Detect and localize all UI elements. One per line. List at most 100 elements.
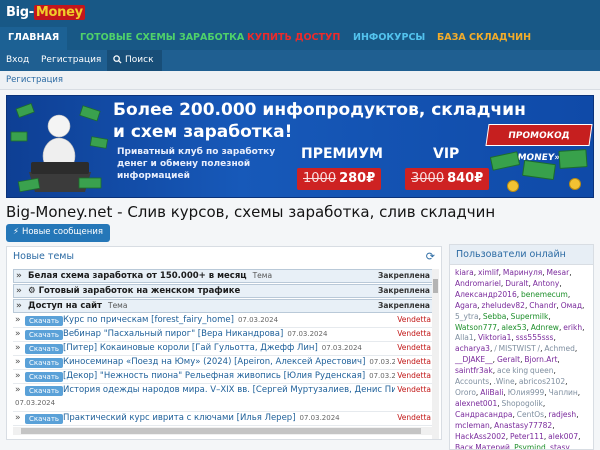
online-user-link[interactable]: Viktoria1 xyxy=(478,333,511,342)
tab-ready-schemes[interactable]: ГОТОВЫЕ СХЕМЫ ЗАРАБОТКА xyxy=(80,32,244,43)
online-user-link[interactable]: __DJAKE__ xyxy=(455,355,493,364)
topic-row[interactable]: » Скачать Вебинар "Пасхальный пирог" [Ве… xyxy=(13,328,433,342)
online-user-link[interactable]: Watson777 xyxy=(455,323,497,332)
download-badge[interactable]: Скачать xyxy=(25,386,64,396)
tab-home[interactable]: ГЛАВНАЯ xyxy=(0,27,68,50)
online-user-link[interactable]: Alla1 xyxy=(455,333,474,342)
online-user-link[interactable]: erikh xyxy=(563,323,582,332)
scrollbar-thumb[interactable] xyxy=(21,428,421,434)
online-user-link[interactable]: alek007 xyxy=(548,432,578,441)
online-user-link[interactable]: benemecum xyxy=(521,290,568,299)
online-user-link[interactable]: acharya3 xyxy=(455,344,490,353)
topic-author[interactable]: Vendetta xyxy=(395,385,431,394)
online-user-link[interactable]: 5_ytra xyxy=(455,312,479,321)
online-user-link[interactable]: / MISTWIST / xyxy=(494,344,540,353)
online-user-link[interactable]: stasy xyxy=(550,443,570,450)
topic-title[interactable]: Курс по прическам [forest_fairy_home] 07.… xyxy=(63,315,278,325)
topic-row[interactable]: » Скачать Киносеминар «Поезд на Юму» (20… xyxy=(13,356,433,370)
online-user-link[interactable]: kiara xyxy=(455,268,474,277)
topic-title[interactable]: [Декор] "Нежность пиона" Рельефная живоп… xyxy=(63,371,409,381)
new-topics-heading[interactable]: Новые темы xyxy=(13,251,74,262)
topic-title[interactable]: Доступ на сайт Тема xyxy=(28,301,127,311)
online-user-link[interactable]: saintfr3ak xyxy=(455,366,493,375)
topic-author[interactable]: Vendetta xyxy=(395,413,431,422)
online-user-link[interactable]: Sebba xyxy=(483,312,507,321)
online-user-link[interactable]: CentOs xyxy=(517,410,544,419)
topic-row[interactable]: » Скачать [Питер] Кокаиновые короли [Гай… xyxy=(13,342,433,356)
topic-title[interactable]: Киносеминар «Поезд на Юму» (2024) [Apeir… xyxy=(63,357,409,367)
online-user-link[interactable]: Duralt xyxy=(505,279,528,288)
topic-row[interactable]: » Скачать Практический курс иврита с клю… xyxy=(13,412,433,426)
online-user-link[interactable]: Chandr xyxy=(529,301,556,310)
tab-buy-access[interactable]: КУПИТЬ ДОСТУП xyxy=(247,32,340,43)
online-user-link[interactable]: alexnet001 xyxy=(455,399,497,408)
topic-title[interactable]: Практический курс иврита с ключами [Илья… xyxy=(63,413,340,423)
download-badge[interactable]: Скачать xyxy=(25,358,64,368)
topic-title[interactable]: История одежды народов мира. V–XIX вв. [… xyxy=(63,385,428,395)
pinned-topic-row[interactable]: » ⚙ Готовый заработок на женском трафике… xyxy=(13,284,433,298)
online-user-link[interactable]: Adnrew xyxy=(531,323,559,332)
topic-author[interactable]: Vendetta xyxy=(395,357,431,366)
pinned-topic-row[interactable]: » Белая схема заработка от 150.000+ в ме… xyxy=(13,269,433,283)
online-user-link[interactable]: Александр2016 xyxy=(455,290,517,299)
topic-title[interactable]: Белая схема заработка от 150.000+ в меся… xyxy=(28,271,272,281)
topic-row[interactable]: » Скачать [Декор] "Нежность пиона" Релье… xyxy=(13,370,433,384)
topic-title[interactable]: ⚙ Готовый заработок на женском трафике xyxy=(28,286,240,296)
online-user-link[interactable]: Сандрасандра xyxy=(455,410,512,419)
search-button[interactable]: Поиск xyxy=(107,50,162,71)
online-user-link[interactable]: Agara xyxy=(455,301,477,310)
download-badge[interactable]: Скачать xyxy=(25,414,64,424)
topic-title[interactable]: Вебинар "Пасхальный пирог" [Вера Никандр… xyxy=(63,329,327,339)
online-user-link[interactable]: AliBali xyxy=(480,388,503,397)
horizontal-scrollbar[interactable] xyxy=(13,427,433,435)
online-user-link[interactable]: Andromariel xyxy=(455,279,501,288)
online-user-link[interactable]: Peter111 xyxy=(510,432,544,441)
site-logo[interactable]: Big- Money xyxy=(6,5,85,20)
download-badge[interactable]: Скачать xyxy=(25,316,64,326)
online-user-link[interactable]: abricos2102 xyxy=(519,377,565,386)
login-link[interactable]: Вход xyxy=(0,50,35,71)
online-user-link[interactable]: Маринуля xyxy=(503,268,542,277)
topic-title[interactable]: [Питер] Кокаиновые короли [Гай Гульотта,… xyxy=(63,343,362,353)
new-messages-button[interactable]: ⚡ Новые сообщения xyxy=(6,224,110,242)
online-user-link[interactable]: Васк Материй xyxy=(455,443,510,450)
online-user-link[interactable]: ximlif xyxy=(478,268,499,277)
online-user-link[interactable]: radjesh xyxy=(548,410,576,419)
online-user-link[interactable]: Юлия999 xyxy=(508,388,545,397)
scrollbar-thumb[interactable] xyxy=(433,279,438,293)
online-users-heading[interactable]: Пользователи онлайн xyxy=(450,245,593,265)
tab-skladchina-base[interactable]: БАЗА СКЛАДЧИН xyxy=(437,32,531,43)
online-user-link[interactable]: Geralt xyxy=(497,355,520,364)
register-link[interactable]: Регистрация xyxy=(35,50,107,71)
online-user-link[interactable]: .Wine xyxy=(493,377,514,386)
online-user-link[interactable]: Чаплин xyxy=(549,388,578,397)
online-user-link[interactable]: Ororo xyxy=(455,388,476,397)
vertical-scrollbar[interactable] xyxy=(432,269,439,439)
online-user-link[interactable]: Mesar xyxy=(547,268,570,277)
online-user-link[interactable]: Supermilk xyxy=(511,312,549,321)
online-user-link[interactable]: Омад xyxy=(561,301,582,310)
topic-row[interactable]: » Скачать Курс по прическам [forest_fair… xyxy=(13,314,433,328)
breadcrumb-register[interactable]: Регистрация xyxy=(6,75,63,85)
download-badge[interactable]: Скачать xyxy=(25,372,64,382)
topic-author[interactable]: Vendetta xyxy=(395,329,431,338)
topic-author[interactable]: Vendetta xyxy=(395,343,431,352)
online-user-link[interactable]: Achmed xyxy=(544,344,575,353)
topic-row[interactable]: » Скачать История одежды народов мира. V… xyxy=(13,384,433,412)
online-user-link[interactable]: HackAss2002 xyxy=(455,432,506,441)
topic-author[interactable]: Vendetta xyxy=(395,371,431,380)
online-user-link[interactable]: Anastasy77782 xyxy=(494,421,552,430)
online-user-link[interactable]: zheludev82 xyxy=(481,301,525,310)
download-badge[interactable]: Скачать xyxy=(25,330,64,340)
online-user-link[interactable]: sss555sss xyxy=(516,333,554,342)
online-user-link[interactable]: Bjorn.Art xyxy=(524,355,557,364)
online-user-link[interactable]: ace king queen xyxy=(497,366,554,375)
online-user-link[interactable]: Antony xyxy=(533,279,560,288)
online-user-link[interactable]: mcleman xyxy=(455,421,490,430)
refresh-icon[interactable]: ⟳ xyxy=(426,250,435,263)
topic-author[interactable]: Vendetta xyxy=(395,315,431,324)
online-user-link[interactable]: alex53 xyxy=(501,323,526,332)
online-user-link[interactable]: Psymind xyxy=(514,443,546,450)
promo-banner[interactable]: Более 200.000 инфопродуктов, складчин и … xyxy=(6,95,594,198)
pinned-topic-row[interactable]: » Доступ на сайт Тема Закреплена xyxy=(13,299,433,313)
